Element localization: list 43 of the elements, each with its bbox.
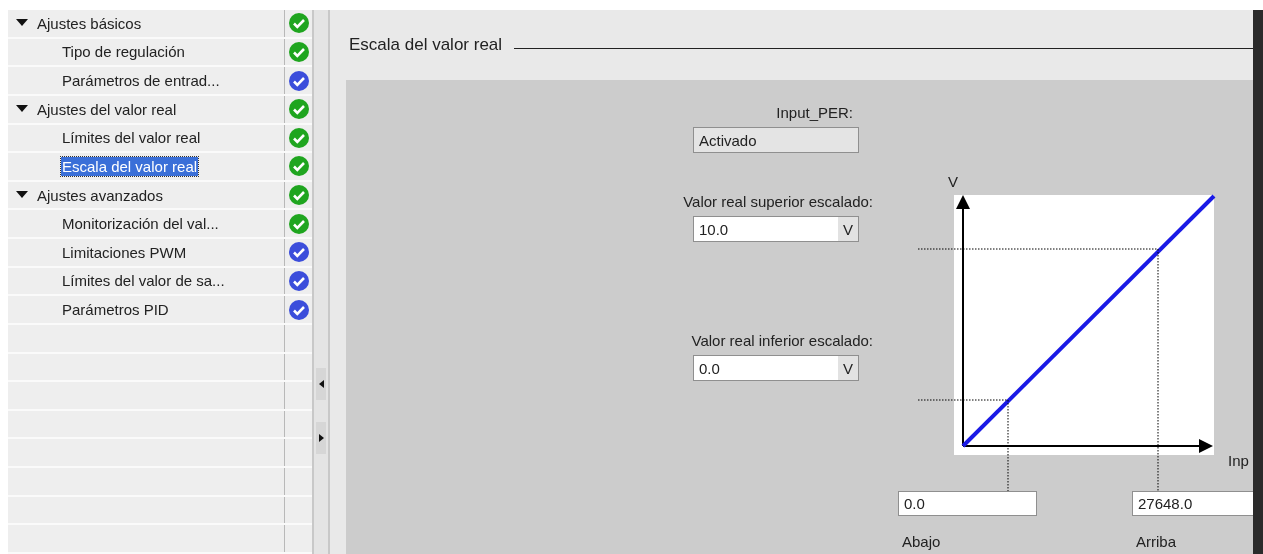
caret-down-icon[interactable]	[16, 191, 28, 200]
tree-item[interactable]: Ajustes del valor real	[36, 99, 178, 119]
axis-label: Inp	[1228, 452, 1249, 469]
caret-right-icon	[318, 434, 324, 442]
tree-item[interactable]: Escala del valor real	[61, 156, 199, 176]
expand-button[interactable]	[316, 422, 326, 454]
tree-item[interactable]: Límites del valor de sa...	[61, 271, 226, 291]
caret-down-icon[interactable]	[16, 105, 28, 114]
caret-down-icon[interactable]	[16, 19, 28, 28]
unit-label: V	[838, 217, 858, 241]
unit-label: V	[838, 356, 858, 380]
input-field[interactable]: 10.0 V	[693, 216, 859, 242]
axis-label: V	[948, 173, 958, 190]
field-label: Valor real superior escalado:	[682, 193, 873, 210]
field-caption: Abajo	[902, 533, 941, 550]
field-label: Input_PER:	[775, 104, 854, 121]
check-icon	[288, 270, 309, 291]
tree-item[interactable]: Monitorización del val...	[61, 214, 220, 234]
tree-item[interactable]: Limitaciones PWM	[61, 242, 188, 262]
field-label: Valor real inferior escalado:	[690, 332, 873, 349]
collapse-button[interactable]	[316, 368, 326, 400]
input-field[interactable]: 27648.0	[1132, 491, 1253, 516]
check-icon	[288, 70, 309, 91]
check-icon	[288, 127, 309, 148]
check-icon	[288, 13, 309, 34]
check-icon	[288, 99, 309, 120]
check-icon	[288, 156, 309, 177]
tree-item[interactable]: Límites del valor real	[61, 128, 202, 148]
field-caption: Arriba	[1136, 533, 1176, 550]
check-icon	[288, 242, 309, 263]
tree-item[interactable]: Parámetros PID	[61, 300, 170, 320]
tree-item[interactable]: Ajustes básicos	[36, 13, 143, 33]
check-icon	[288, 41, 309, 62]
check-icon	[288, 185, 309, 206]
caret-left-icon	[318, 380, 324, 388]
input-field[interactable]: 0.0	[898, 491, 1037, 516]
tree-item[interactable]: Parámetros de entrad...	[61, 71, 221, 91]
tree-item[interactable]: Ajustes avanzados	[36, 185, 164, 205]
check-icon	[288, 299, 309, 320]
check-icon	[288, 213, 309, 234]
section-title: Escala del valor real	[349, 35, 503, 55]
input-field[interactable]: 0.0 V	[693, 355, 859, 381]
tree-item[interactable]: Tipo de regulación	[61, 42, 186, 62]
